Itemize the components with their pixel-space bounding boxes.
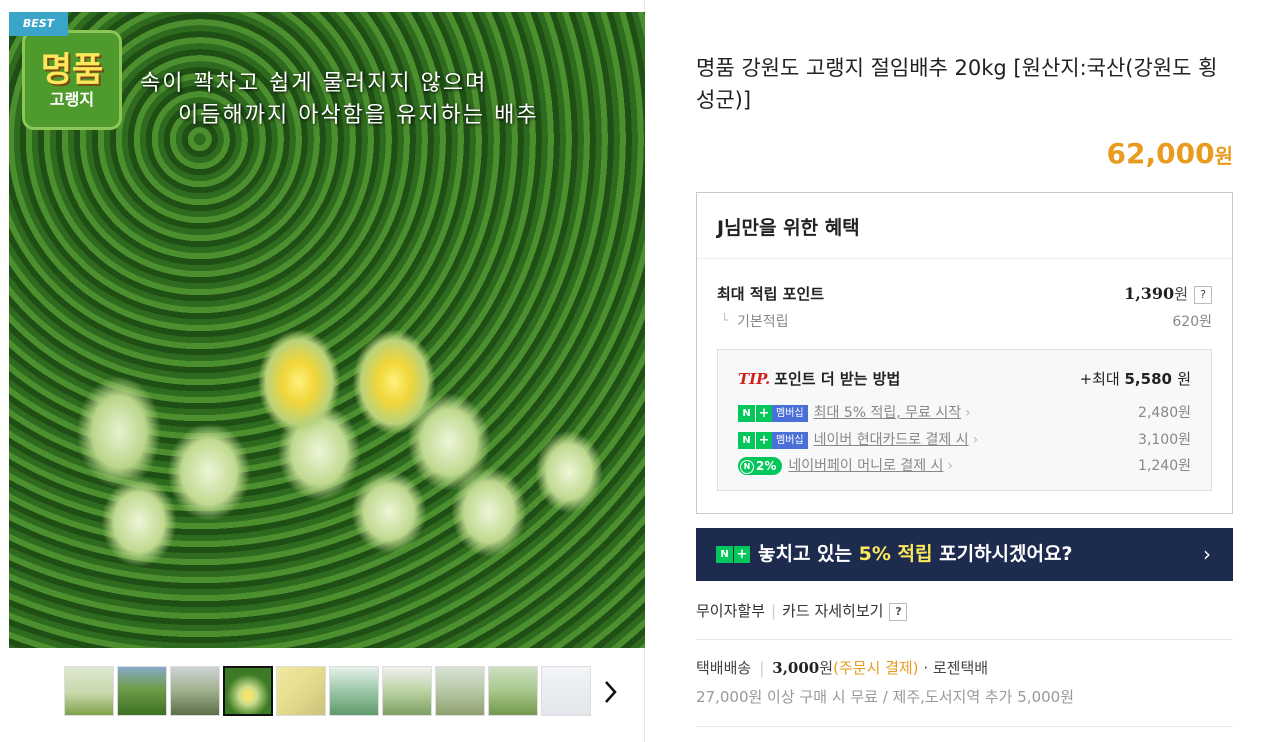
benefit-heading: J님만을 위한 혜택: [697, 193, 1232, 259]
thumbnail[interactable]: [223, 666, 273, 716]
product-gallery: 명품 고랭지 속이 꽉차고 쉽게 물러지지 않으며 이듬해까지 아삭함을 유지하…: [0, 0, 645, 742]
main-product-image[interactable]: 명품 고랭지 속이 꽉차고 쉽게 물러지지 않으며 이듬해까지 아삭함을 유지하…: [9, 12, 645, 648]
tip-row-npay-money[interactable]: N 2% 네이버페이 머니로 결제 시 › 1,240원: [738, 455, 1191, 475]
best-badge: BEST: [9, 12, 68, 36]
divider: [696, 639, 1233, 640]
chevron-right-icon[interactable]: [600, 678, 620, 706]
divider: [696, 726, 1233, 727]
chevron-right-icon: ›: [965, 405, 971, 421]
membership-promo-banner[interactable]: N + 놓치고 있는 5% 적립 포기하시겠어요? ›: [696, 528, 1233, 581]
chevron-right-icon: ›: [972, 432, 979, 448]
installment-row: 무이자할부 | 카드 자세히보기?: [696, 600, 908, 621]
thumbnail[interactable]: [117, 666, 167, 716]
tip-heading: TIP. 포인트 더 받는 방법 +최대 5,580 원: [738, 370, 1191, 388]
naver-membership-badge: N + 멤버십: [738, 404, 808, 422]
shipping-row: 택배배송 | 3,000원(주문시 결제) · 로젠택배: [696, 659, 989, 677]
product-price: 62,000원: [1106, 137, 1233, 170]
image-slogan: 속이 꽉차고 쉽게 물러지지 않으며 이듬해까지 아삭함을 유지하는 배추: [140, 71, 539, 128]
thumbnail[interactable]: [329, 666, 379, 716]
thumbnail[interactable]: [488, 666, 538, 716]
basic-points-row: └ 기본적립 620원: [721, 313, 1212, 330]
max-points-row: 최대 적립 포인트 1,390원?: [717, 283, 1212, 304]
npay-money-badge: N 2%: [738, 457, 783, 475]
thumbnail[interactable]: [276, 666, 326, 716]
thumbnail-strip: [64, 666, 591, 716]
brand-logo: 명품 고랭지: [22, 30, 122, 130]
product-title: 명품 강원도 고랭지 절임배추 20kg [원산지:국산(강원도 횡성군)]: [696, 56, 1218, 112]
installment-label: 무이자할부: [696, 602, 766, 620]
chevron-right-icon: ›: [1203, 542, 1211, 566]
chevron-right-icon: ›: [947, 458, 954, 474]
tip-box: TIP. 포인트 더 받는 방법 +최대 5,580 원 N + 멤버십 최대 5% 적…: [717, 349, 1212, 491]
points-help-button[interactable]: ?: [1194, 285, 1212, 304]
thumbnail[interactable]: [64, 666, 114, 716]
shipping-note: 27,000원 이상 구매 시 무료 / 제주,도서지역 추가 5,000원: [696, 688, 1074, 706]
naver-plus-icon: N +: [716, 546, 750, 563]
thumbnail[interactable]: [382, 666, 432, 716]
tip-row-membership[interactable]: N + 멤버십 최대 5% 적립, 무료 시작 › 2,480원: [738, 402, 1191, 422]
tip-row-hyundai-card[interactable]: N + 멤버십 네이버 현대카드로 결제 시 › 3,100원: [738, 429, 1191, 449]
naver-membership-badge: N + 멤버십: [738, 431, 808, 449]
thumbnail[interactable]: [541, 666, 591, 716]
card-detail-link[interactable]: 카드 자세히보기: [782, 602, 883, 620]
thumbnail[interactable]: [435, 666, 485, 716]
thumbnail[interactable]: [170, 666, 220, 716]
installment-help-button[interactable]: ?: [889, 602, 908, 621]
benefit-box: J님만을 위한 혜택 최대 적립 포인트 1,390원? └ 기본적립 620원…: [696, 192, 1233, 514]
